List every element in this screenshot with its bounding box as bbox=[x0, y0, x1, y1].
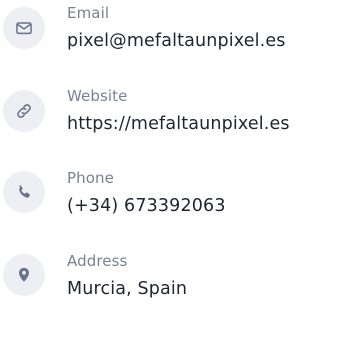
phone-label: Phone bbox=[67, 169, 114, 187]
address-value[interactable]: Murcia, Spain bbox=[67, 279, 187, 299]
map-pin-icon bbox=[3, 254, 45, 296]
email-label: Email bbox=[67, 4, 110, 22]
website-label: Website bbox=[67, 87, 128, 105]
contact-item-phone: Phone (+34) 673392063 bbox=[0, 166, 342, 226]
mail-icon bbox=[3, 7, 45, 49]
website-value[interactable]: https://mefaltaunpixel.es bbox=[67, 114, 290, 134]
link-icon bbox=[3, 90, 45, 132]
contact-item-address: Address Murcia, Spain bbox=[0, 249, 342, 309]
contact-item-website: Website https://mefaltaunpixel.es bbox=[0, 83, 342, 143]
address-label: Address bbox=[67, 252, 128, 270]
email-value[interactable]: pixel@mefaltaunpixel.es bbox=[67, 31, 286, 51]
phone-icon bbox=[3, 171, 45, 213]
contact-item-email: Email pixel@mefaltaunpixel.es bbox=[0, 0, 342, 60]
contact-info-list: Email pixel@mefaltaunpixel.es Website ht… bbox=[0, 0, 342, 343]
phone-value[interactable]: (+34) 673392063 bbox=[67, 196, 226, 216]
